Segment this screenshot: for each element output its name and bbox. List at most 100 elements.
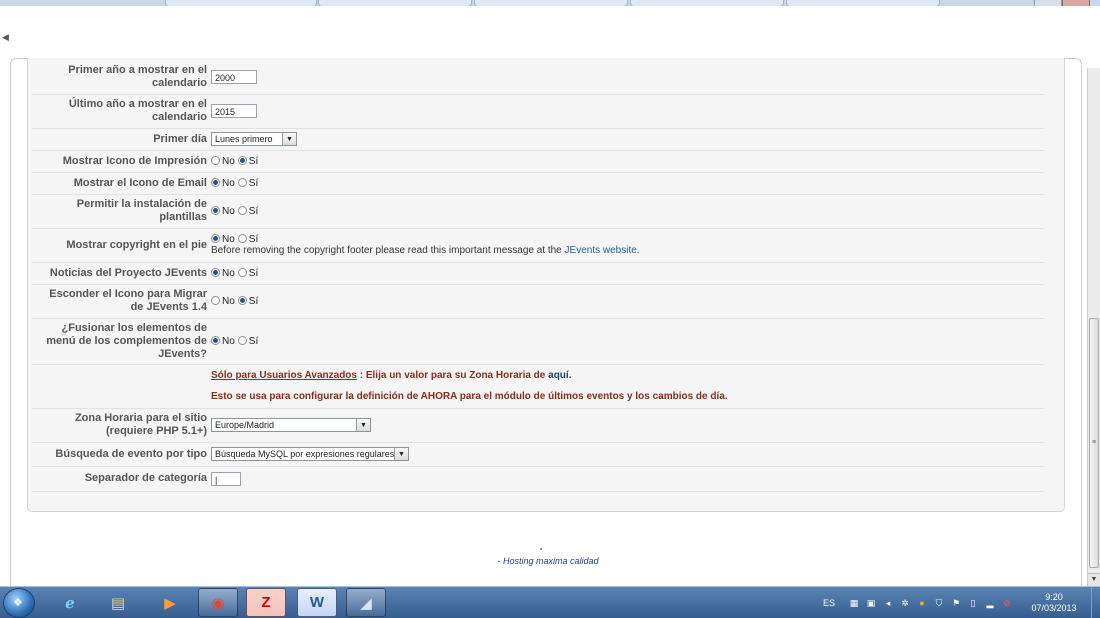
radio-label-no: No xyxy=(222,177,235,189)
signal-icon[interactable]: ▂ xyxy=(985,598,995,608)
config-row: Separador de categoría | xyxy=(32,466,1044,492)
note-text: Before removing the copyright footer ple… xyxy=(211,245,565,256)
radio-si[interactable] xyxy=(237,335,247,345)
radio-si[interactable] xyxy=(237,177,247,187)
radio-no[interactable] xyxy=(211,205,220,215)
radio-si[interactable] xyxy=(237,205,247,215)
word-icon[interactable]: W xyxy=(297,588,337,617)
timezone-select[interactable]: Europe/Madrid ▼ xyxy=(211,418,371,432)
browser-left-edge: ◀ xyxy=(0,6,10,586)
advanced-heading: Sólo para Usuarios Avanzados xyxy=(211,370,357,381)
config-row: Búsqueda de evento por tipo Búsqueda MySQ… xyxy=(32,442,1044,467)
config-label: ¿Fusionar los elementos de menú de los c… xyxy=(32,318,209,365)
separator-input[interactable]: | xyxy=(211,471,241,486)
scrollbar-thumb[interactable]: ≡ xyxy=(1089,318,1099,568)
advanced-line-1: Sólo para Usuarios Avanzados : Elija un … xyxy=(211,370,1042,381)
chevron-down-icon[interactable]: ▼ xyxy=(394,448,408,460)
radio-no[interactable] xyxy=(211,234,220,243)
filezilla-icon[interactable]: Z xyxy=(246,588,286,617)
config-row: Último año a mostrar en el calendario 201… xyxy=(32,94,1044,129)
scroll-down-arrow-icon[interactable]: ▼ xyxy=(1088,573,1100,586)
update-icon[interactable]: ● xyxy=(917,598,927,608)
start-button[interactable]: ❖ xyxy=(4,589,34,617)
radio-label-si: Sí xyxy=(248,295,259,307)
config-row: Mostrar Icono de Impresión No Sí xyxy=(32,150,1044,173)
file-explorer-icon[interactable]: ▤ xyxy=(98,588,138,617)
first-day-select[interactable]: Lunes primero ▼ xyxy=(211,132,297,146)
clock-time: 9:20 xyxy=(1045,591,1063,602)
config-value: No Sí xyxy=(209,194,1044,229)
config-label: Primer día xyxy=(32,128,209,151)
radio-si[interactable] xyxy=(237,295,247,305)
config-label: Último año a mostrar en el calendario xyxy=(32,94,209,129)
note-end: . xyxy=(636,245,640,256)
advanced-text-end: . xyxy=(568,370,572,381)
radio-si[interactable] xyxy=(237,267,247,277)
select-value: Europe/Madrid xyxy=(215,420,275,430)
page-content: Primer año a mostrar en el calendario 200… xyxy=(10,58,1086,610)
monitor-icon[interactable]: ▣ xyxy=(866,598,876,608)
select-value: Búsqueda MySQL por expresiones regulares xyxy=(215,449,394,459)
chevron-down-icon[interactable]: ▼ xyxy=(356,419,370,431)
config-label: Noticias del Proyecto JEvents xyxy=(32,262,209,285)
jevents-website-link[interactable]: JEvents website xyxy=(565,245,637,256)
radio-label-si: Sí xyxy=(248,234,259,245)
radio-no[interactable] xyxy=(211,267,220,277)
shield-icon[interactable]: ⛉ xyxy=(934,598,944,608)
config-row: Primer año a mostrar en el calendario 200… xyxy=(32,60,1044,95)
flag-icon[interactable]: ⚑ xyxy=(951,598,961,608)
document-icon[interactable]: ◢ xyxy=(346,588,386,617)
no-connection-icon[interactable]: ⊘ xyxy=(1002,598,1012,608)
clock[interactable]: 9:20 07/03/2013 xyxy=(1019,592,1089,614)
back-arrow-icon[interactable]: ◀ xyxy=(2,32,9,43)
radio-label-no: No xyxy=(222,234,235,245)
advanced-row: Sólo para Usuarios Avanzados : Elija un … xyxy=(32,364,1044,409)
config-label: Zona Horaria para el sitio (requiere PHP… xyxy=(32,408,209,443)
radio-no[interactable] xyxy=(211,295,220,305)
settings-icon[interactable]: ✲ xyxy=(900,598,910,608)
radio-no[interactable] xyxy=(211,177,220,187)
radio-label-si: Sí xyxy=(248,155,259,167)
config-label: Mostrar copyright en el pie xyxy=(32,228,209,263)
radio-label-si: Sí xyxy=(248,335,259,347)
radio-si[interactable] xyxy=(237,234,247,243)
search-type-select[interactable]: Búsqueda MySQL por expresiones regulares… xyxy=(211,447,409,461)
radio-si[interactable] xyxy=(237,155,247,165)
config-value: 2000 xyxy=(209,60,1044,95)
windows-taskbar: ❖ ℯ ▤ ▶ ◉ Z W ◢ ES ▦ ▣ ◂ ✲ ● ⛉ ⚑ ▯ ▂ ⊘ 9… xyxy=(0,586,1100,618)
config-table: Primer año a mostrar en el calendario 200… xyxy=(32,60,1044,492)
chevron-down-icon[interactable]: ▼ xyxy=(282,133,296,145)
config-label: Esconder el Icono para Migrar de JEvents… xyxy=(32,284,209,319)
radio-no[interactable] xyxy=(211,155,220,165)
chrome-icon[interactable]: ◉ xyxy=(198,588,238,617)
radio-no[interactable] xyxy=(211,335,220,345)
config-value: No Sí xyxy=(209,150,1044,173)
config-value: No Sí xyxy=(209,318,1044,365)
internet-explorer-icon[interactable]: ℯ xyxy=(50,588,90,617)
radio-label-si: Sí xyxy=(248,267,259,279)
vertical-scrollbar[interactable]: ≡ ▼ xyxy=(1087,68,1100,586)
config-value: Búsqueda MySQL por expresiones regulares… xyxy=(209,442,1044,467)
language-indicator[interactable]: ES xyxy=(823,598,835,608)
select-value: Lunes primero xyxy=(215,134,273,144)
config-value: Lunes primero ▼ xyxy=(209,128,1044,151)
battery-icon[interactable]: ▯ xyxy=(968,598,978,608)
timezone-here-link[interactable]: aquí xyxy=(548,370,569,381)
radio-label-si: Sí xyxy=(248,205,259,217)
radio-label-no: No xyxy=(222,295,235,307)
footer-hosting-link[interactable]: - Hosting maxima calidad xyxy=(10,556,1086,566)
config-value: | xyxy=(209,466,1044,492)
config-label: Separador de categoría xyxy=(32,466,209,492)
media-player-icon[interactable]: ▶ xyxy=(150,588,190,617)
network-icon[interactable]: ▦ xyxy=(849,598,859,608)
radio-label-no: No xyxy=(222,155,235,167)
year-input[interactable]: 2015 xyxy=(211,104,257,118)
volume-icon[interactable]: ◂ xyxy=(883,598,893,608)
system-tray: ES ▦ ▣ ◂ ✲ ● ⛉ ⚑ ▯ ▂ ⊘ 9:20 07/03/2013 xyxy=(823,587,1100,618)
radio-label-no: No xyxy=(222,205,235,217)
config-label: Mostrar Icono de Impresión xyxy=(32,150,209,173)
config-row: Esconder el Icono para Migrar de JEvents… xyxy=(32,284,1044,319)
year-input[interactable]: 2000 xyxy=(211,69,257,84)
footer-dot xyxy=(540,548,542,550)
show-desktop-button[interactable] xyxy=(1091,587,1100,618)
